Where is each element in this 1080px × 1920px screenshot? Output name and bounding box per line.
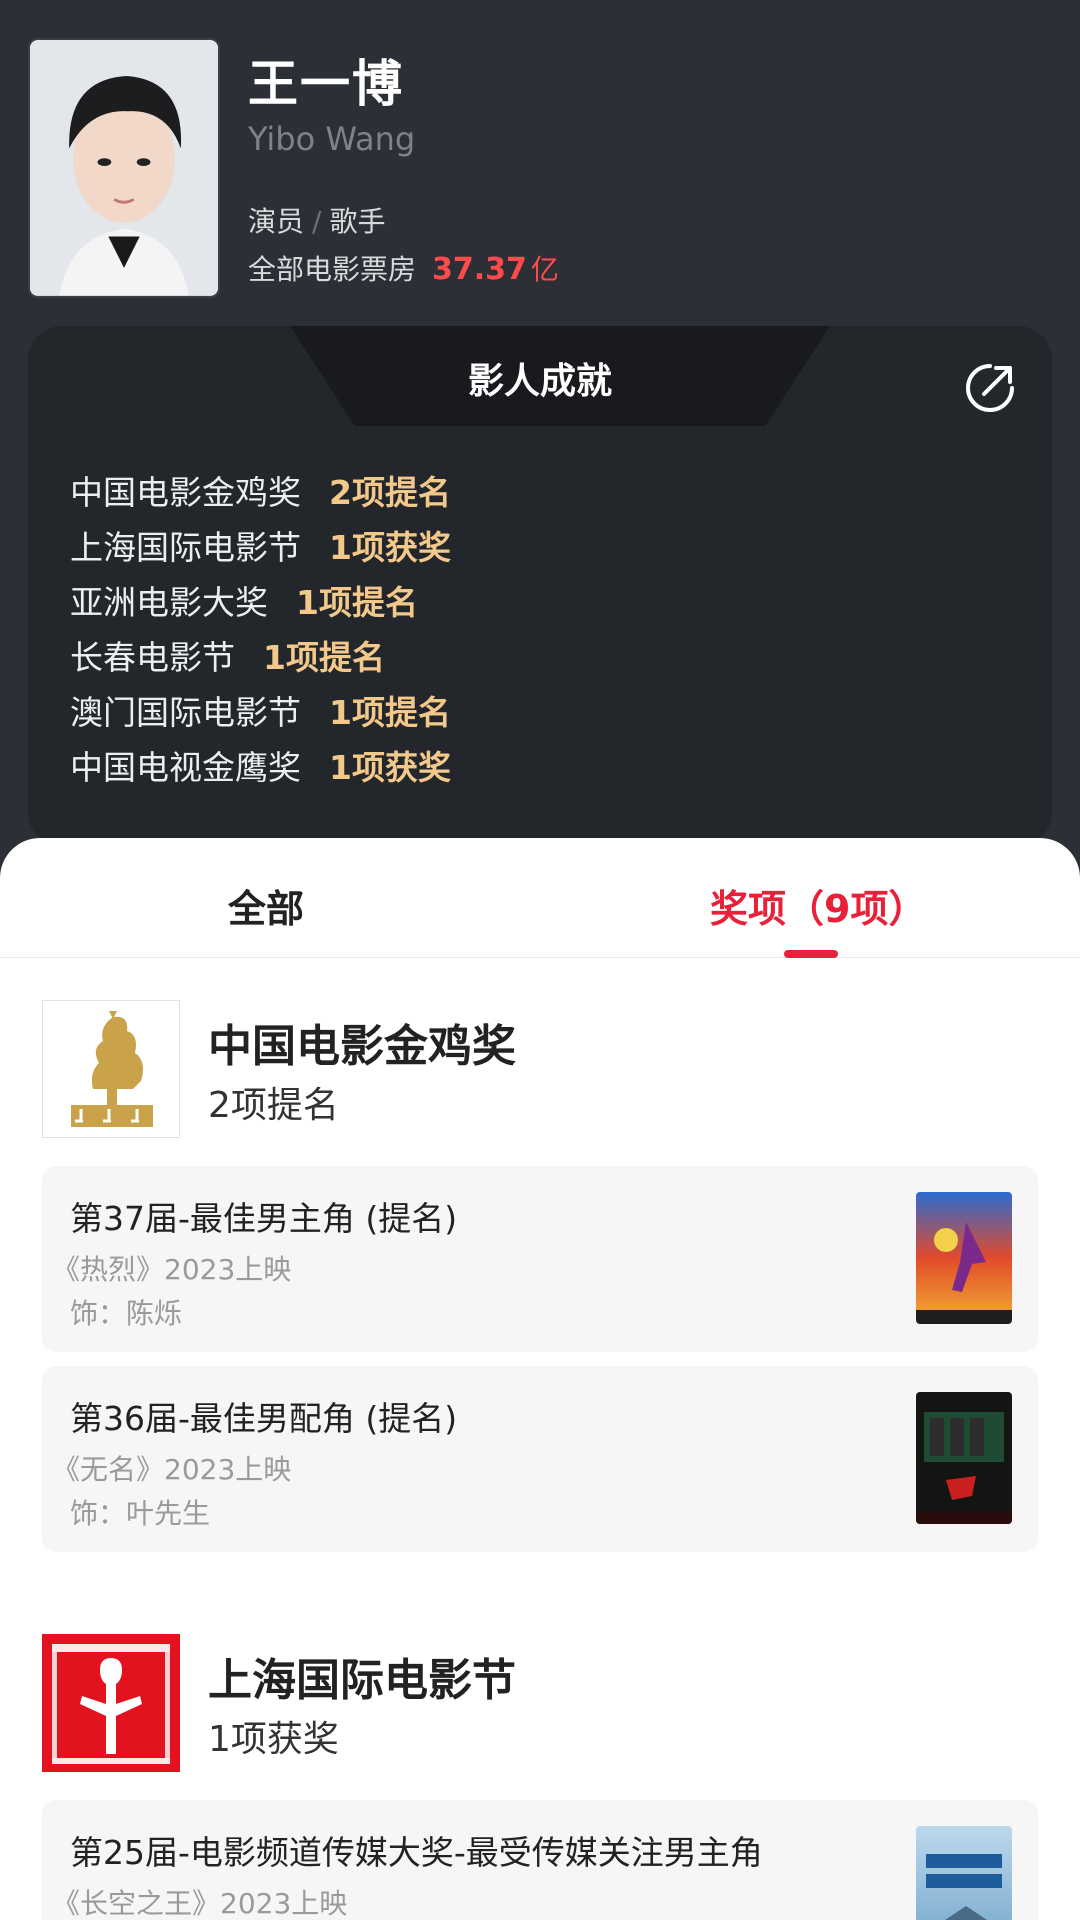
share-icon — [966, 364, 1014, 412]
role-singer: 歌手 — [329, 205, 386, 238]
achievement-count: 1项获奖 — [329, 748, 451, 787]
tab-bar: 全部 奖项（9项） — [0, 838, 1080, 958]
boxoffice-unit: 亿 — [530, 253, 559, 286]
achievement-count: 1项提名 — [329, 693, 451, 732]
golden-rooster-logo[interactable] — [42, 1000, 180, 1138]
achievement-name: 上海国际电影节 — [70, 528, 301, 567]
tab-all[interactable]: 全部 — [228, 878, 304, 933]
achievement-row[interactable]: 中国电影金鸡奖 2项提名 — [70, 466, 451, 521]
achievement-row[interactable]: 长春电影节 1项提名 — [70, 631, 451, 686]
avatar[interactable] — [28, 38, 220, 298]
entry-film: 《长空之王》2023上映 — [52, 1887, 348, 1920]
achievement-count: 2项提名 — [329, 473, 451, 512]
award-count: 1项获奖 — [208, 1719, 339, 1760]
achievement-row[interactable]: 澳门国际电影节 1项提名 — [70, 686, 451, 741]
achievements-card: 影人成就 中国电影金鸡奖 2项提名 上海国际电影节 1项获奖 亚洲电影大奖 1项提名 … — [28, 326, 1052, 846]
actor-name: 王一博 — [248, 55, 404, 113]
boxoffice-value: 37.37 — [432, 252, 527, 287]
achievements-list: 中国电影金鸡奖 2项提名 上海国际电影节 1项获奖 亚洲电影大奖 1项提名 长春电影节… — [70, 466, 451, 796]
share-button[interactable] — [962, 360, 1018, 416]
achievement-row[interactable]: 亚洲电影大奖 1项提名 — [70, 576, 451, 631]
award-count: 2项提名 — [208, 1085, 339, 1126]
role-actor: 演员 — [248, 205, 305, 238]
entry-film: 《热烈》2023上映 — [52, 1253, 292, 1286]
achievement-name: 长春电影节 — [70, 638, 235, 677]
entry-title: 第36届-最佳男配角 (提名) — [70, 1399, 458, 1438]
avatar-portrait — [30, 40, 218, 296]
poster-image — [916, 1826, 1012, 1920]
shanghai-festival-logo[interactable] — [42, 1634, 180, 1772]
entry-role: 饰：陈烁 — [70, 1297, 183, 1330]
award-entry[interactable]: 第25届-电影频道传媒大奖-最受传媒关注男主角 《长空之王》2023上映 — [42, 1800, 1038, 1920]
achievement-count: 1项获奖 — [329, 528, 451, 567]
awards-panel: 全部 奖项（9项） 中国电影金鸡奖 2项提名 第37届-最佳男主角 (提名) 《… — [0, 838, 1080, 1920]
film-poster[interactable] — [916, 1826, 1012, 1920]
actor-roles: 演员 / 歌手 — [248, 200, 385, 240]
entry-role: 饰：叶先生 — [70, 1497, 211, 1530]
tab-awards[interactable]: 奖项（9项） — [710, 878, 926, 933]
achievement-name: 中国电影金鸡奖 — [70, 473, 301, 512]
actor-name-en: Yibo Wang — [248, 120, 416, 158]
achievement-name: 亚洲电影大奖 — [70, 583, 268, 622]
entry-title: 第37届-最佳男主角 (提名) — [70, 1199, 458, 1238]
achievement-row[interactable]: 中国电视金鹰奖 1项获奖 — [70, 741, 451, 796]
achievement-name: 澳门国际电影节 — [70, 693, 301, 732]
boxoffice-label: 全部电影票房 — [248, 253, 417, 286]
achievement-count: 1项提名 — [296, 583, 418, 622]
entry-film: 《无名》2023上映 — [52, 1453, 292, 1486]
film-poster[interactable] — [916, 1392, 1012, 1524]
achievements-title: 影人成就 — [467, 361, 612, 402]
achievement-count: 1项提名 — [263, 638, 385, 677]
award-name[interactable]: 中国电影金鸡奖 — [208, 1010, 516, 1074]
poster-image — [916, 1392, 1012, 1524]
boxoffice: 全部电影票房 37.37 亿 — [248, 248, 559, 288]
achievement-row[interactable]: 上海国际电影节 1项获奖 — [70, 521, 451, 576]
entry-title: 第25届-电影频道传媒大奖-最受传媒关注男主角 — [70, 1833, 763, 1872]
profile-header: 王一博 Yibo Wang 演员 / 歌手 全部电影票房 37.37 亿 — [0, 0, 1080, 330]
award-entry[interactable]: 第36届-最佳男配角 (提名) 《无名》2023上映 饰：叶先生 — [42, 1366, 1038, 1552]
rooster-icon — [71, 1011, 153, 1127]
film-poster[interactable] — [916, 1192, 1012, 1324]
role-separator: / — [312, 205, 322, 238]
tab-active-indicator — [784, 950, 838, 958]
award-entry[interactable]: 第37届-最佳男主角 (提名) 《热烈》2023上映 饰：陈烁 — [42, 1166, 1038, 1352]
poster-image — [916, 1192, 1012, 1324]
award-name[interactable]: 上海国际电影节 — [208, 1644, 516, 1708]
shanghai-festival-icon — [42, 1634, 180, 1772]
achievement-name: 中国电视金鹰奖 — [70, 748, 301, 787]
